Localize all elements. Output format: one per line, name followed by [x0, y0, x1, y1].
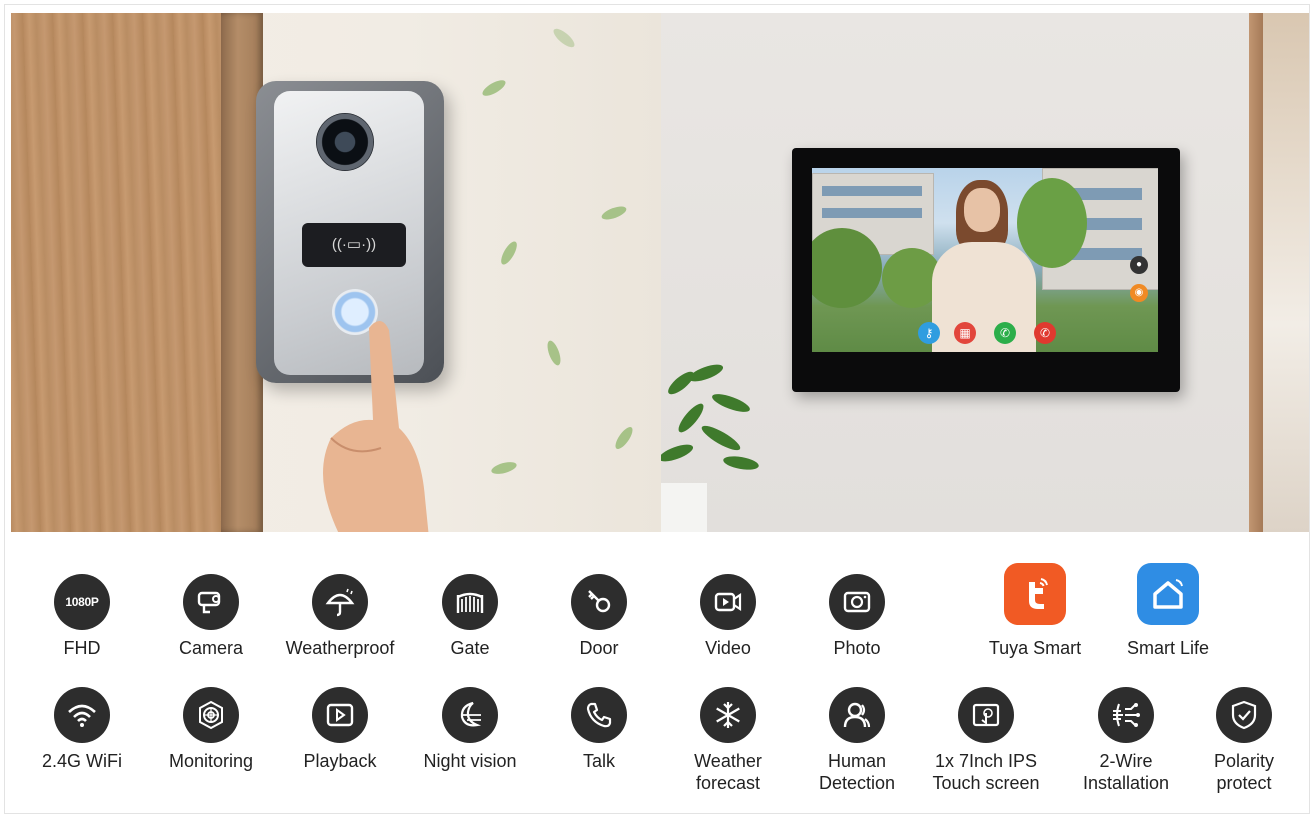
label-line: Touch screen — [932, 773, 1040, 793]
talk-phone-icon — [571, 687, 627, 743]
feature-label-touch-screen: 1x 7Inch IPS Touch screen — [926, 750, 1046, 794]
hang-up-icon: ✆ — [1034, 322, 1056, 344]
playback-icon — [312, 687, 368, 743]
feature-label-human-detection: Human Detection — [797, 750, 917, 794]
leaf — [600, 203, 628, 223]
tree — [812, 228, 882, 308]
leaf — [544, 339, 564, 367]
feature-label-weather-forecast: Weather forecast — [668, 750, 788, 794]
feature-label-video: Video — [705, 638, 751, 658]
feature-label-weatherproof: Weatherproof — [285, 638, 395, 658]
leaf — [480, 77, 508, 99]
plant-pot — [661, 483, 707, 532]
gate-open-icon: ▦ — [954, 322, 976, 344]
indoor-monitor: ⚷ ▦ ✆ ✆ ● ◉ — [792, 148, 1180, 392]
smart-life-icon — [1137, 563, 1199, 625]
record-icon: ● — [1130, 256, 1148, 274]
label-line: Human — [827, 751, 887, 771]
video-icon — [700, 574, 756, 630]
feature-label-photo: Photo — [833, 638, 881, 658]
potted-plant — [661, 364, 759, 470]
weather-forecast-snowflake-icon — [700, 687, 756, 743]
feature-label-two-wire: 2-Wire Installation — [1066, 750, 1186, 794]
two-wire-icon — [1098, 687, 1154, 743]
touch-screen-icon — [958, 687, 1014, 743]
gate-icon — [442, 574, 498, 630]
adjacent-room — [1263, 13, 1309, 532]
label-line: 2-Wire — [1099, 751, 1153, 771]
feature-label-tuya-smart: Tuya Smart — [988, 638, 1082, 658]
visitor-body — [932, 242, 1036, 352]
snapshot-icon: ◉ — [1130, 284, 1148, 302]
camera-icon — [183, 574, 239, 630]
label-line: Detection — [818, 773, 896, 793]
visitor-face — [964, 188, 1000, 232]
feature-label-playback: Playback — [303, 751, 377, 771]
wall-wood-trim — [1249, 13, 1263, 532]
1080p-icon: 1080P — [54, 574, 110, 630]
feature-label-door: Door — [579, 638, 619, 658]
label-line: protect — [1216, 773, 1272, 793]
leaf — [612, 424, 636, 452]
feature-label-polarity: Polarity protect — [1184, 750, 1304, 794]
polarity-shield-icon — [1216, 687, 1272, 743]
answer-call-icon: ✆ — [994, 322, 1016, 344]
pressing-hand — [323, 321, 429, 532]
tree — [1017, 178, 1087, 268]
feature-label-night-vision: Night vision — [423, 751, 517, 771]
feature-label-smart-life: Smart Life — [1126, 638, 1210, 658]
photo-icon — [829, 574, 885, 630]
wooden-door — [11, 13, 221, 532]
night-vision-icon — [442, 687, 498, 743]
building-window — [822, 208, 922, 218]
unlock-key-icon: ⚷ — [918, 322, 940, 344]
building-window — [822, 186, 922, 196]
camera-lens — [316, 113, 374, 171]
feature-label-fhd: FHD — [63, 638, 101, 658]
feature-label-camera: Camera — [178, 638, 244, 658]
label-line: Polarity — [1213, 751, 1275, 771]
label-line: 1x 7Inch IPS — [934, 751, 1038, 771]
leaf — [498, 239, 520, 267]
feature-label-monitoring: Monitoring — [168, 751, 254, 771]
door-key-icon — [571, 574, 627, 630]
tuya-smart-icon — [1004, 563, 1066, 625]
weatherproof-umbrella-icon — [312, 574, 368, 630]
feature-label-wifi: 2.4G WiFi — [41, 751, 122, 771]
monitor-screen: ⚷ ▦ ✆ ✆ ● ◉ — [812, 168, 1158, 352]
label-line: Weather — [694, 751, 762, 771]
leaf — [490, 459, 518, 477]
monitor-photo: ⚷ ▦ ✆ ✆ ● ◉ — [661, 13, 1309, 532]
feature-label-talk: Talk — [582, 751, 615, 771]
rfid-card-reader: ((·▭·)) — [302, 223, 406, 267]
feature-label-gate: Gate — [450, 638, 490, 658]
label-line: Installation — [1082, 773, 1170, 793]
label-line: forecast — [695, 773, 761, 793]
doorbell-photo: ((·▭·)) — [11, 13, 661, 532]
wifi-icon — [54, 687, 110, 743]
monitoring-icon — [183, 687, 239, 743]
human-detection-icon — [829, 687, 885, 743]
leaf — [550, 25, 578, 51]
